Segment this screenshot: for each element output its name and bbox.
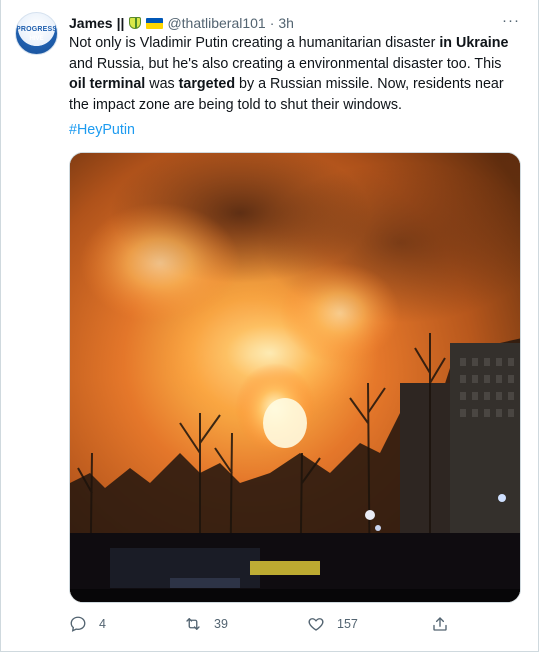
tweet-text-bold: oil terminal: [69, 76, 146, 92]
fire-night-photo: [70, 153, 520, 602]
separator-dot: ·: [269, 15, 275, 31]
author-name[interactable]: James: [69, 15, 113, 31]
retweet-count: 39: [214, 617, 228, 631]
avatar[interactable]: PROGRESS HIVE: [15, 12, 58, 55]
heart-icon: [308, 618, 324, 631]
tweet-text-bold: in Ukraine: [439, 35, 509, 51]
tweet-text-bold: targeted: [178, 76, 236, 92]
tweet-header: James || @thatliberal101 · 3h: [69, 14, 294, 32]
tweet-text-run: was: [145, 76, 179, 92]
tweet[interactable]: PROGRESS HIVE James || @thatliberal101 ·…: [0, 0, 539, 652]
reply-count: 4: [99, 617, 106, 631]
tweet-timestamp[interactable]: 3h: [278, 15, 294, 31]
author-name-suffix: ||: [116, 15, 125, 31]
reply-icon: [70, 616, 86, 632]
green-shield-icon: [128, 16, 142, 30]
tweet-media-image[interactable]: [69, 152, 521, 603]
retweet-button[interactable]: 39: [184, 612, 228, 636]
tweet-text: Not only is Vladimir Putin creating a hu…: [69, 33, 521, 115]
tweet-actions: 4 39 157: [69, 612, 521, 636]
like-count: 157: [337, 617, 358, 631]
hashtag-link[interactable]: #HeyPutin: [69, 122, 135, 138]
avatar-text-top: PROGRESS: [16, 26, 58, 33]
avatar-text-bottom: HIVE: [29, 36, 44, 42]
tweet-text-run: Not only is Vladimir Putin creating a hu…: [69, 35, 440, 51]
reply-button[interactable]: 4: [69, 612, 106, 636]
author-handle[interactable]: @thatliberal101: [167, 15, 265, 31]
retweet-icon: [186, 618, 200, 630]
tweet-text-run: and Russia, but he's also creating a env…: [69, 55, 502, 72]
ukraine-flag-icon: [146, 17, 164, 29]
share-icon: [433, 617, 447, 631]
like-button[interactable]: 157: [307, 612, 358, 636]
share-button[interactable]: [431, 612, 449, 636]
more-options-icon[interactable]: ···: [502, 12, 520, 29]
